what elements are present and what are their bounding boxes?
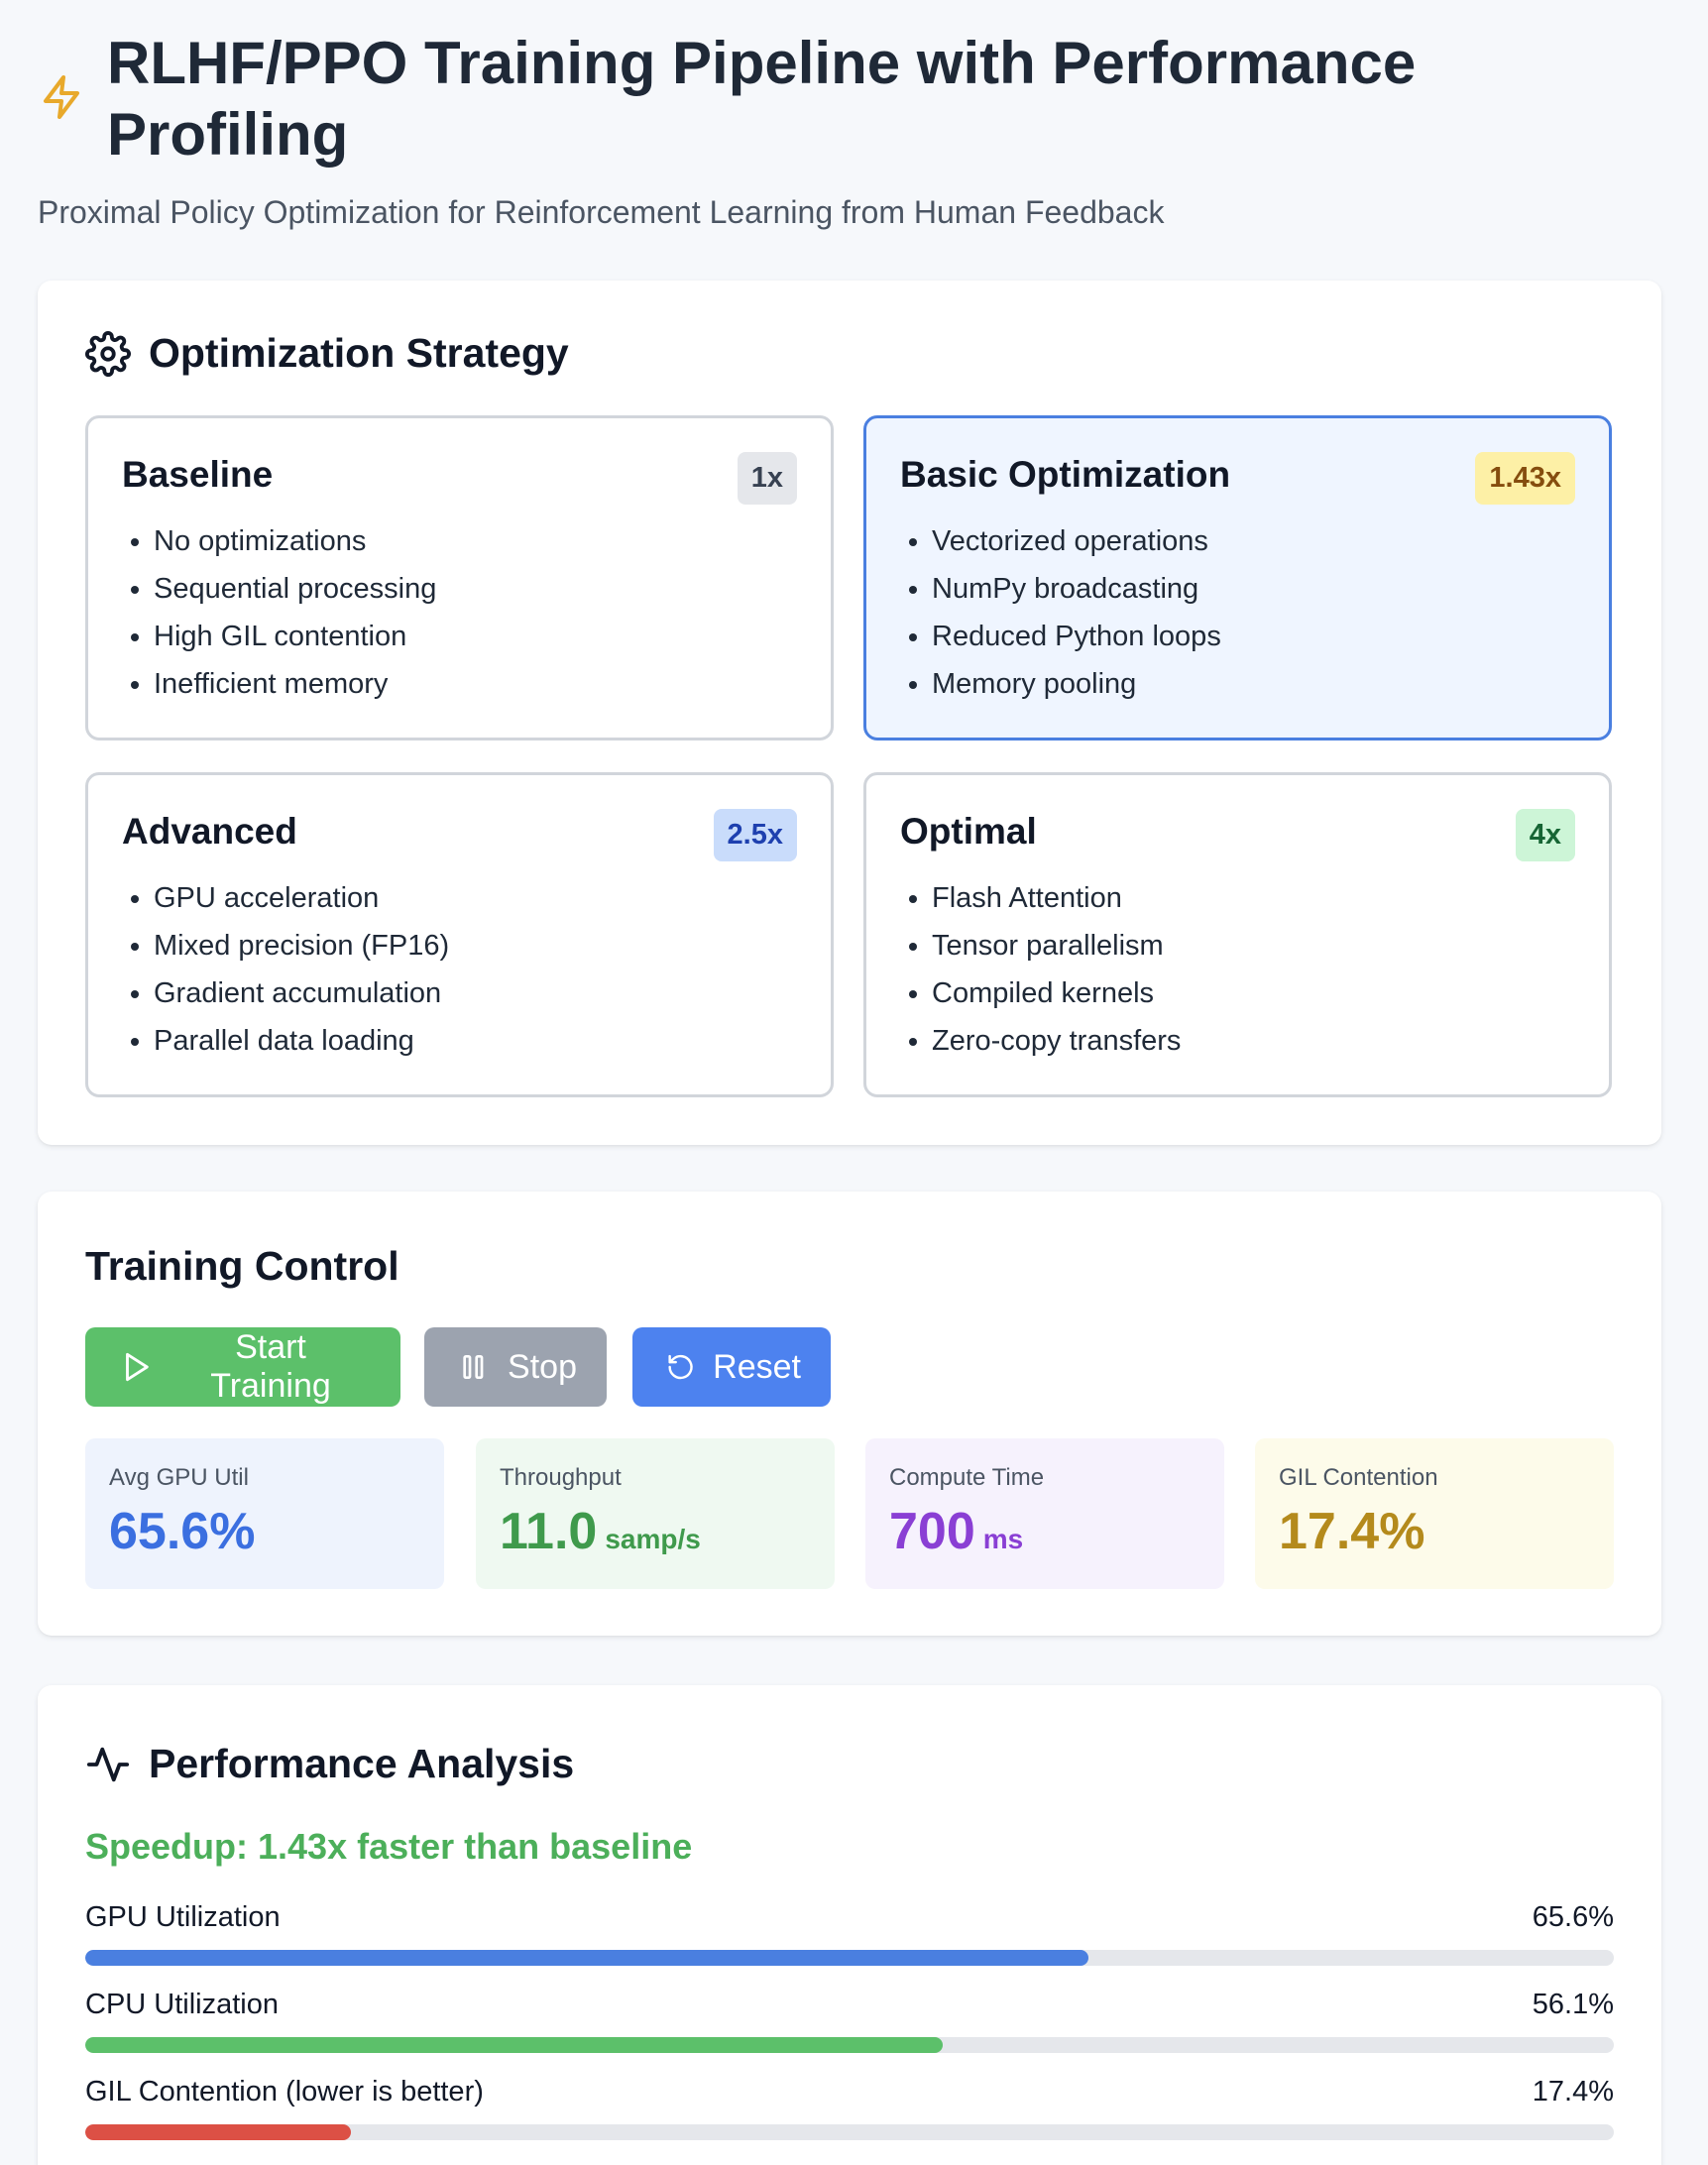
list-item: Vectorized operations [932,517,1575,565]
list-item: Reduced Python loops [932,613,1575,660]
progress-fill [85,2124,352,2140]
strategy-title: Optimization Strategy [149,330,569,376]
page-header: RLHF/PPO Training Pipeline with Performa… [38,28,1663,231]
lightning-icon [44,75,79,119]
strategy-feature-list: No optimizations Sequential processing H… [122,517,797,708]
list-item: Sequential processing [154,565,797,613]
metric-value: 56.1% [1532,1989,1614,2020]
list-item: Memory pooling [932,660,1575,708]
metric-label: GIL Contention (lower is better) [85,2076,484,2108]
training-control-card: Training Control Start Training Stop Res… [38,1192,1661,1636]
strategy-feature-list: Flash Attention Tensor parallelism Compi… [900,874,1575,1065]
strategy-feature-list: Vectorized operations NumPy broadcasting… [900,517,1575,708]
activity-icon [86,1747,130,1781]
stat-value-line: 11.0 samp/s [500,1502,811,1561]
metric-gil-contention: GIL Contention (lower is better) 17.4% [85,2076,1614,2140]
strategy-option-basic-optimization[interactable]: Basic Optimization 1.43x Vectorized oper… [863,415,1612,741]
performance-analysis-card: Performance Analysis Speedup: 1.43x fast… [38,1685,1661,2165]
metric-label: GPU Utilization [85,1901,281,1933]
start-training-label: Start Training [210,1328,331,1405]
page-subtitle: Proximal Policy Optimization for Reinfor… [38,194,1165,230]
stop-button[interactable]: Stop [424,1327,607,1407]
stat-value-line: 65.6% [109,1502,420,1561]
stat-value-line: 17.4% [1279,1502,1590,1561]
progress-fill [85,1950,1088,1966]
start-training-button[interactable]: Start Training [85,1327,400,1407]
metric-value: 65.6% [1532,1901,1614,1933]
strategy-option-baseline[interactable]: Baseline 1x No optimizations Sequential … [85,415,834,741]
speedup-badge: 4x [1515,809,1575,861]
strategy-option-name: Baseline [122,454,274,495]
play-icon [126,1352,149,1382]
list-item: Compiled kernels [932,969,1575,1017]
reset-button[interactable]: Reset [632,1327,831,1407]
speedup-badge: 1x [737,452,797,505]
strategy-option-optimal[interactable]: Optimal 4x Flash Attention Tensor parall… [863,772,1612,1097]
list-item: Zero-copy transfers [932,1017,1575,1065]
strategy-option-advanced[interactable]: Advanced 2.5x GPU acceleration Mixed pre… [85,772,834,1097]
progress-fill [85,2037,944,2053]
stat-unit: samp/s [605,1524,701,1554]
metric-gpu-utilization: GPU Utilization 65.6% [85,1901,1614,1966]
performance-heading: Performance Analysis [85,1741,574,1787]
progress-track [85,2037,1614,2053]
stat-avg-gpu-util: Avg GPU Util 65.6% [85,1438,444,1589]
stat-value: 65.6% [109,1503,256,1560]
page: RLHF/PPO Training Pipeline with Performa… [0,0,1708,2165]
speedup-badge: 1.43x [1475,452,1575,505]
reset-label: Reset [713,1347,801,1386]
stat-unit: ms [982,1524,1024,1554]
stat-label: Avg GPU Util [109,1464,249,1491]
stat-value: 17.4% [1279,1503,1425,1560]
stat-gil-contention: GIL Contention 17.4% [1255,1438,1614,1589]
stat-value-line: 700 ms [889,1502,1200,1561]
progress-track [85,1950,1614,1966]
reset-icon [668,1354,693,1380]
gear-icon [85,330,131,377]
strategy-heading: Optimization Strategy [85,330,569,377]
list-item: Parallel data loading [154,1017,797,1065]
optimization-strategy-card: Optimization Strategy Baseline 1x No opt… [38,281,1661,1145]
stat-value: 11.0 [500,1503,598,1560]
stat-throughput: Throughput 11.0 samp/s [476,1438,835,1589]
metric-value: 17.4% [1532,2076,1614,2108]
progress-track [85,2124,1614,2140]
page-title: RLHF/PPO Training Pipeline with Performa… [107,30,1417,168]
list-item: NumPy broadcasting [932,565,1575,613]
strategy-option-name: Basic Optimization [900,454,1231,495]
pause-icon [463,1354,484,1380]
strategy-option-name: Optimal [900,811,1037,852]
performance-title: Performance Analysis [149,1741,575,1786]
speedup-summary: Speedup: 1.43x faster than baseline [85,1826,693,1867]
stat-label: Compute Time [889,1464,1045,1491]
list-item: Mixed precision (FP16) [154,922,797,969]
list-item: High GIL contention [154,613,797,660]
stat-compute-time: Compute Time 700 ms [865,1438,1224,1589]
metric-label: CPU Utilization [85,1989,279,2020]
speedup-badge: 2.5x [713,809,797,861]
list-item: No optimizations [154,517,797,565]
stop-label: Stop [508,1347,577,1386]
training-control-title: Training Control [85,1243,399,1289]
strategy-feature-list: GPU acceleration Mixed precision (FP16) … [122,874,797,1065]
stat-value: 700 [889,1503,975,1560]
list-item: GPU acceleration [154,874,797,922]
list-item: Flash Attention [932,874,1575,922]
list-item: Inefficient memory [154,660,797,708]
strategy-option-name: Advanced [122,811,297,852]
metric-cpu-utilization: CPU Utilization 56.1% [85,1989,1614,2053]
list-item: Tensor parallelism [932,922,1575,969]
stat-label: Throughput [500,1464,622,1491]
stat-label: GIL Contention [1279,1464,1438,1491]
list-item: Gradient accumulation [154,969,797,1017]
